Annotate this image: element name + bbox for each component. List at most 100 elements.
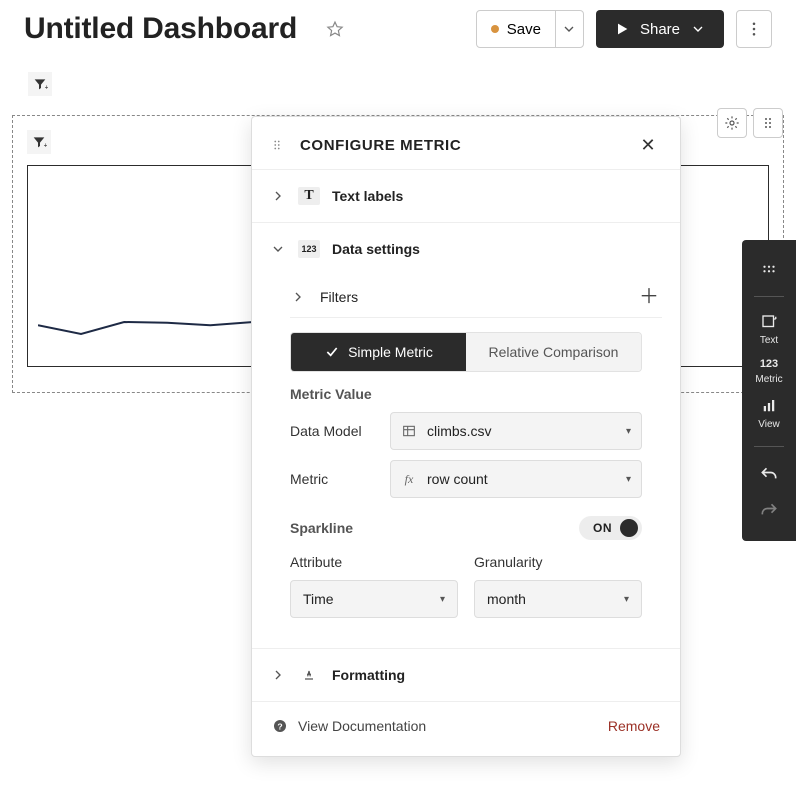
close-icon: ✕ xyxy=(640,135,655,155)
panel-title: CONFIGURE METRIC xyxy=(300,137,461,154)
simple-metric-label: Simple Metric xyxy=(348,344,433,360)
doc-label: View Documentation xyxy=(298,718,426,734)
add-view-label: View xyxy=(758,419,780,430)
help-icon: ? xyxy=(272,718,288,734)
caret-down-icon: ▾ xyxy=(626,426,631,437)
caret-down-icon xyxy=(690,21,706,37)
sparkline-row: Sparkline ON xyxy=(290,516,642,540)
save-dropdown-button[interactable] xyxy=(555,11,583,47)
toolbar-divider xyxy=(754,446,784,447)
header: Untitled Dashboard Save Share xyxy=(0,0,796,48)
filters-label: Filters xyxy=(320,289,622,305)
gear-icon xyxy=(724,115,740,131)
data-model-select[interactable]: climbs.csv ▾ xyxy=(390,412,642,450)
save-button[interactable]: Save xyxy=(477,11,555,47)
svg-text:+: + xyxy=(44,140,47,149)
unsaved-indicator-icon xyxy=(491,25,499,33)
svg-text:+: + xyxy=(45,82,48,91)
granularity-label: Granularity xyxy=(474,554,642,570)
filters-row[interactable]: Filters ＋ xyxy=(290,277,662,317)
close-panel-button[interactable]: ✕ xyxy=(634,131,662,159)
add-view-button[interactable]: View xyxy=(742,391,796,436)
tile-toolbar xyxy=(717,108,783,138)
section-formatting[interactable]: Formatting xyxy=(252,648,680,701)
add-metric-button[interactable]: 123 Metric xyxy=(742,352,796,391)
chevron-right-icon xyxy=(270,188,286,204)
save-button-group: Save xyxy=(476,10,584,48)
attribute-select[interactable]: Time ▾ xyxy=(290,580,458,618)
tile-drag-handle[interactable] xyxy=(753,108,783,138)
share-label: Share xyxy=(640,21,680,38)
granularity-col: Granularity month ▾ xyxy=(474,554,642,618)
drag-dots-icon xyxy=(760,115,776,131)
chevron-right-icon xyxy=(290,289,306,305)
drag-dots-icon xyxy=(270,137,284,153)
attribute-value: Time xyxy=(303,591,430,607)
tile-filter-button[interactable]: + xyxy=(27,130,51,154)
page-title[interactable]: Untitled Dashboard xyxy=(24,12,297,46)
toolbar-divider xyxy=(754,296,784,297)
play-icon xyxy=(614,21,630,37)
relative-comparison-tab[interactable]: Relative Comparison xyxy=(466,333,641,371)
panel-drag-handle[interactable] xyxy=(270,137,284,153)
caret-down-icon xyxy=(561,21,577,37)
add-filter-button[interactable]: ＋ xyxy=(636,284,662,310)
grid-tool-button[interactable] xyxy=(742,252,796,286)
filter-icon: + xyxy=(31,134,47,150)
panel-header: CONFIGURE METRIC ✕ xyxy=(252,117,680,169)
granularity-select[interactable]: month ▾ xyxy=(474,580,642,618)
section-data-settings-header[interactable]: 123 Data settings xyxy=(270,235,662,263)
sparkline-toggle[interactable]: ON xyxy=(579,516,642,540)
undo-icon xyxy=(759,465,779,485)
metric-row: Metric fx row count ▾ xyxy=(290,460,642,498)
header-actions: Save Share xyxy=(476,10,772,48)
tile-container[interactable]: + xyxy=(12,115,784,393)
add-metric-label: Metric xyxy=(755,374,782,385)
remove-button[interactable]: Remove xyxy=(608,718,660,734)
filter-icon: + xyxy=(32,76,48,92)
redo-icon xyxy=(759,501,779,521)
view-documentation-link[interactable]: ? View Documentation xyxy=(272,718,426,734)
right-toolbar: Text 123 Metric View xyxy=(742,240,796,541)
caret-down-icon: ▾ xyxy=(624,594,629,605)
redo-button[interactable] xyxy=(742,493,796,529)
granularity-value: month xyxy=(487,591,614,607)
data-model-value: climbs.csv xyxy=(427,423,616,439)
undo-button[interactable] xyxy=(742,457,796,493)
add-text-button[interactable]: Text xyxy=(742,307,796,352)
grid-dots-icon xyxy=(760,260,778,278)
metric-value-block: Metric Value Data Model climbs.csv ▾ Met xyxy=(290,386,642,498)
formatting-icon xyxy=(298,666,320,684)
section-data-settings: 123 Data settings Filters ＋ xyxy=(252,222,680,618)
share-button[interactable]: Share xyxy=(596,10,724,48)
favorite-button[interactable] xyxy=(317,11,353,47)
filters-subsection: Filters ＋ xyxy=(290,277,662,318)
metric-value-heading: Metric Value xyxy=(290,386,642,402)
number-icon: 123 xyxy=(298,240,320,258)
kebab-icon xyxy=(745,20,763,38)
section-label: Data settings xyxy=(332,241,420,257)
simple-metric-tab[interactable]: Simple Metric xyxy=(291,333,466,371)
tile-settings-button[interactable] xyxy=(717,108,747,138)
dashboard-canvas: + + xyxy=(0,48,796,393)
data-model-row: Data Model climbs.csv ▾ xyxy=(290,412,642,450)
function-icon: fx xyxy=(401,471,417,487)
svg-text:?: ? xyxy=(277,721,282,731)
plus-icon: ＋ xyxy=(639,286,659,308)
more-actions-button[interactable] xyxy=(736,10,772,48)
section-label: Text labels xyxy=(332,188,403,204)
panel-footer: ? View Documentation Remove xyxy=(252,701,680,756)
save-label: Save xyxy=(507,21,541,38)
data-model-label: Data Model xyxy=(290,423,390,439)
configure-metric-panel: CONFIGURE METRIC ✕ T Text labels xyxy=(251,116,681,757)
number-icon: 123 xyxy=(760,358,778,370)
sparkline-label: Sparkline xyxy=(290,520,579,536)
metric-select[interactable]: fx row count ▾ xyxy=(390,460,642,498)
chart-icon xyxy=(760,397,778,415)
global-filter-button[interactable]: + xyxy=(28,72,52,96)
table-icon xyxy=(401,423,417,439)
attribute-col: Attribute Time ▾ xyxy=(290,554,458,618)
chevron-down-icon xyxy=(270,241,286,257)
toggle-knob-icon xyxy=(620,519,638,537)
section-text-labels[interactable]: T Text labels xyxy=(252,169,680,222)
